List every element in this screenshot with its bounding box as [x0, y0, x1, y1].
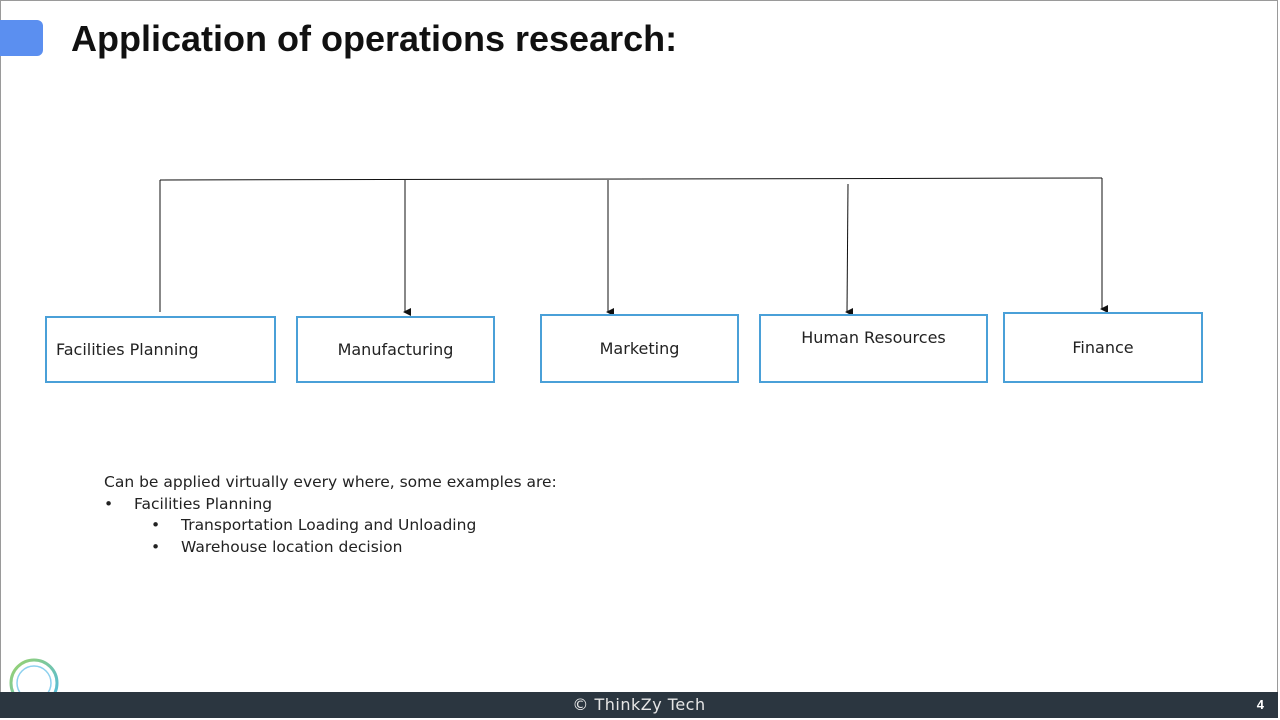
- body-text: Can be applied virtually every where, so…: [104, 472, 557, 559]
- sub-bullet-text: Transportation Loading and Unloading: [181, 516, 477, 535]
- bullet-text: Facilities Planning: [134, 494, 273, 513]
- sub-bullet-item: • Warehouse location decision: [104, 537, 557, 559]
- box-label: Human Resources: [801, 328, 946, 347]
- box-label: Facilities Planning: [56, 340, 199, 359]
- box-marketing: Marketing: [540, 314, 739, 383]
- sub-bullet-item: • Transportation Loading and Unloading: [104, 515, 557, 537]
- page-number: 4: [1256, 697, 1264, 712]
- box-human-resources: Human Resources: [759, 314, 988, 383]
- horizontal-bus-line: [159, 177, 1103, 181]
- box-finance: Finance: [1003, 312, 1203, 383]
- box-facilities-planning: Facilities Planning: [45, 316, 276, 383]
- intro-text: Can be applied virtually every where, so…: [104, 473, 557, 491]
- box-manufacturing: Manufacturing: [296, 316, 495, 383]
- box-label: Marketing: [599, 339, 680, 358]
- bullet-symbol: •: [104, 494, 114, 513]
- sub-bullet-text: Warehouse location decision: [181, 538, 403, 557]
- connector-human-resources: [845, 183, 854, 317]
- footer-bar: © ThinkZy Tech 4: [0, 692, 1278, 718]
- footer-brand: © ThinkZy Tech: [572, 695, 706, 714]
- box-label: Finance: [1072, 338, 1134, 357]
- bullet-symbol: •: [151, 516, 161, 535]
- bullet-item: • Facilities Planning: [104, 494, 557, 516]
- box-label: Manufacturing: [337, 340, 454, 359]
- bullet-symbol: •: [151, 538, 161, 557]
